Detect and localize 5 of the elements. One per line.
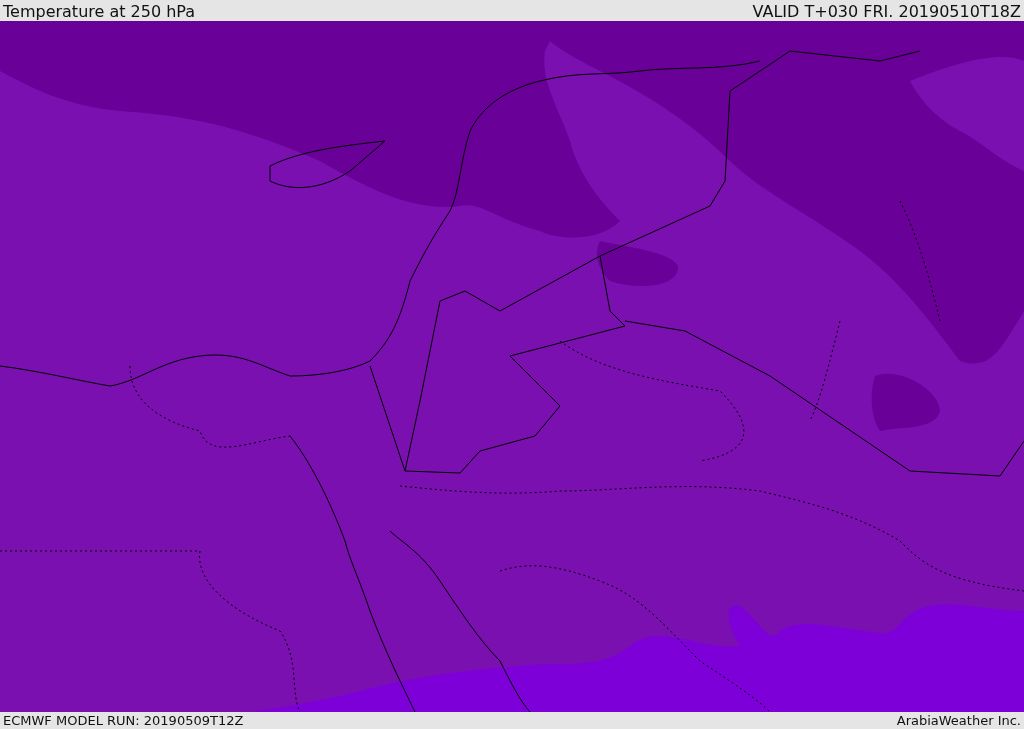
temperature-patch: [871, 373, 940, 431]
credit-text: ArabiaWeather Inc.: [896, 713, 1021, 728]
map-title: Temperature at 250 hPa: [3, 3, 196, 21]
valid-time: VALID T+030 FRI. 20190510T18Z: [752, 3, 1021, 21]
model-run-text: ECMWF MODEL RUN: 20190509T12Z: [3, 713, 244, 728]
